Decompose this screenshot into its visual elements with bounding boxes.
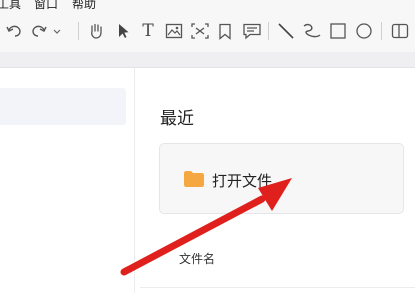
column-header-filename[interactable]: 文件名 [179, 250, 215, 267]
select-arrow-icon[interactable] [111, 20, 135, 42]
text-tool-icon[interactable]: T [136, 20, 160, 42]
bookmark-icon[interactable] [213, 20, 237, 42]
crop-tool-icon[interactable] [188, 20, 212, 42]
hand-tool-icon[interactable] [84, 20, 108, 42]
sub-bar [0, 52, 415, 68]
section-title-recent: 最近 [160, 109, 194, 129]
open-file-label: 打开文件 [212, 172, 273, 190]
toolbar-separator [381, 22, 382, 40]
comment-icon[interactable] [240, 20, 264, 42]
text-tool-glyph: T [142, 20, 154, 41]
menu-bar: 工具 窗口 帮助 [0, 0, 415, 10]
image-tool-icon[interactable] [162, 20, 186, 42]
more-dropdown-icon[interactable] [50, 20, 64, 42]
ellipse-tool-icon[interactable] [352, 20, 376, 42]
menu-window[interactable]: 窗口 [34, 0, 58, 10]
redo-icon[interactable] [27, 20, 51, 42]
sidebar-item-selected[interactable] [0, 88, 126, 125]
curve-tool-icon[interactable] [300, 20, 324, 42]
toolbar-separator [78, 22, 79, 40]
undo-icon[interactable] [2, 20, 26, 42]
menu-help[interactable]: 帮助 [72, 0, 96, 10]
toolbar: T [0, 10, 415, 52]
folder-icon [184, 171, 204, 191]
menu-tools[interactable]: 工具 [0, 0, 21, 10]
open-file-button[interactable]: 打开文件 [159, 143, 404, 214]
sidebar [0, 68, 135, 293]
toolbar-separator [268, 22, 269, 40]
panel-toggle-icon[interactable] [388, 20, 412, 42]
list-divider [140, 287, 415, 288]
rectangle-tool-icon[interactable] [326, 20, 350, 42]
line-tool-icon[interactable] [274, 20, 298, 42]
